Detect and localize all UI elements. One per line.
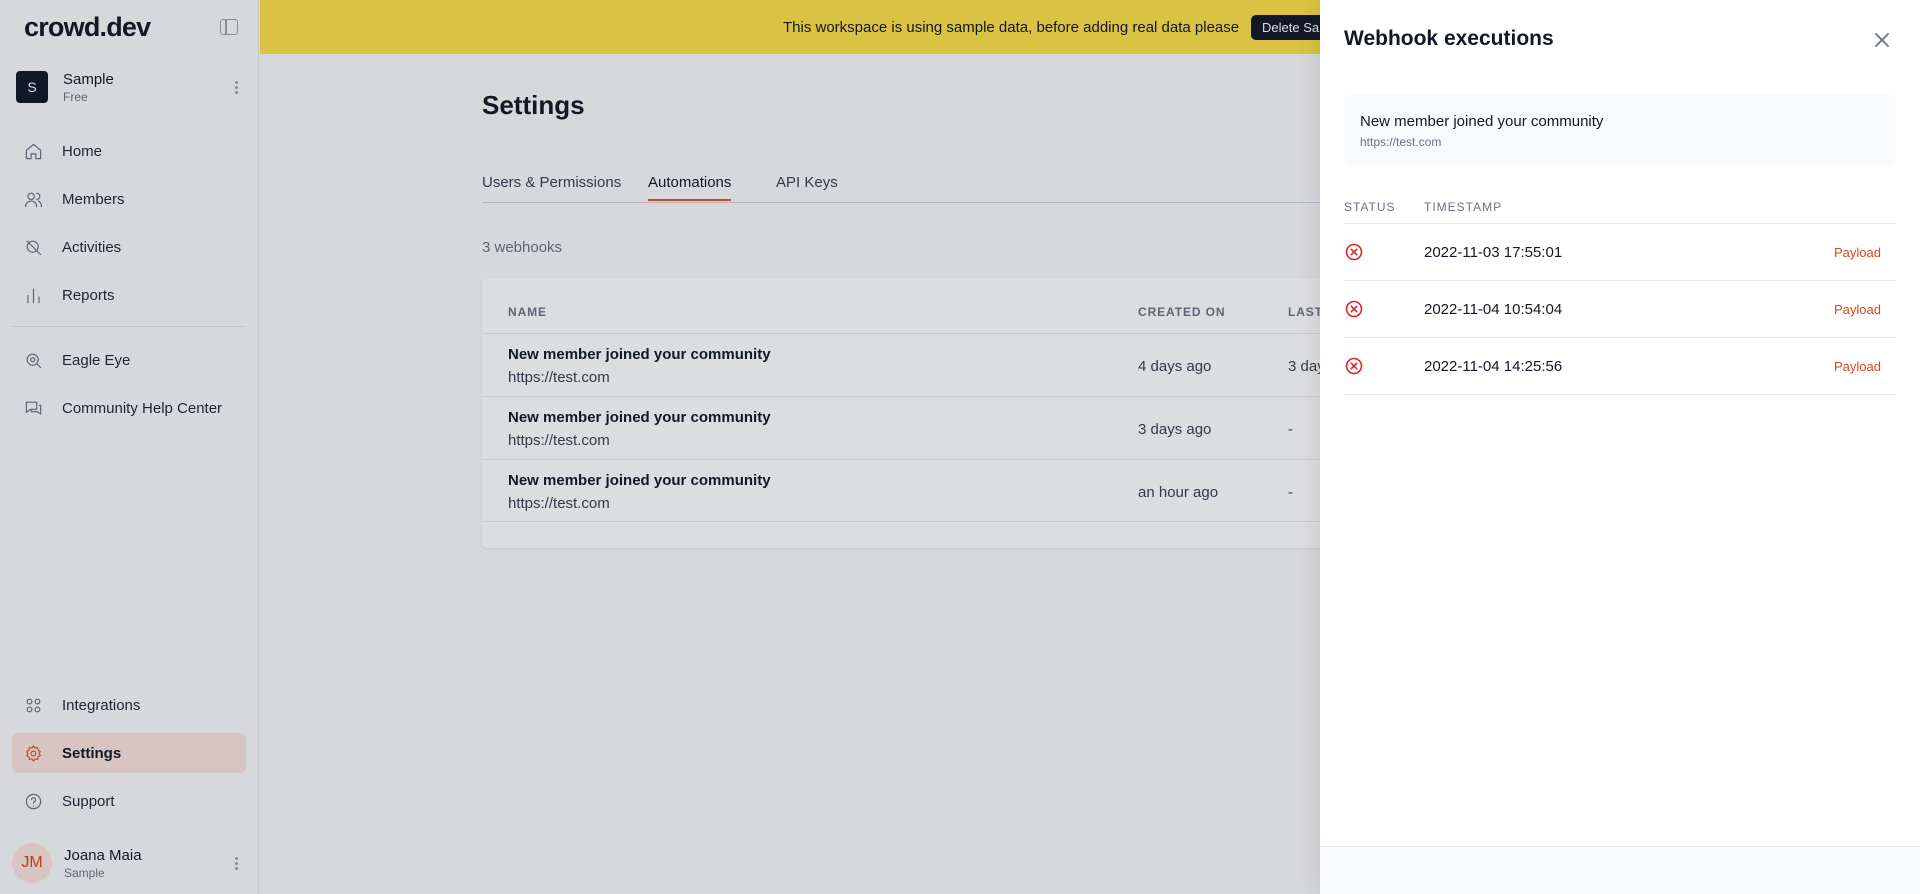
error-status-icon	[1345, 357, 1363, 375]
execution-timestamp: 2022-11-04 10:54:04	[1424, 301, 1563, 318]
payload-link[interactable]: Payload	[1834, 359, 1881, 374]
close-icon[interactable]	[1871, 29, 1893, 51]
column-header-status: STATUS	[1344, 200, 1396, 214]
execution-row: 2022-11-04 10:54:04 Payload	[1344, 281, 1896, 338]
error-status-icon	[1345, 300, 1363, 318]
webhook-summary-card: New member joined your community https:/…	[1344, 95, 1896, 165]
drawer-footer	[1320, 846, 1920, 894]
error-status-icon	[1345, 243, 1363, 261]
drawer-title: Webhook executions	[1344, 27, 1554, 50]
payload-link[interactable]: Payload	[1834, 302, 1881, 317]
column-header-timestamp: TIMESTAMP	[1424, 200, 1503, 214]
webhook-summary-title: New member joined your community	[1360, 113, 1604, 130]
payload-link[interactable]: Payload	[1834, 245, 1881, 260]
webhook-executions-drawer: Webhook executions New member joined you…	[1320, 0, 1920, 894]
execution-timestamp: 2022-11-03 17:55:01	[1424, 244, 1563, 261]
webhook-summary-url: https://test.com	[1360, 135, 1442, 149]
execution-row: 2022-11-03 17:55:01 Payload	[1344, 224, 1896, 281]
execution-timestamp: 2022-11-04 14:25:56	[1424, 358, 1563, 375]
execution-row: 2022-11-04 14:25:56 Payload	[1344, 338, 1896, 395]
